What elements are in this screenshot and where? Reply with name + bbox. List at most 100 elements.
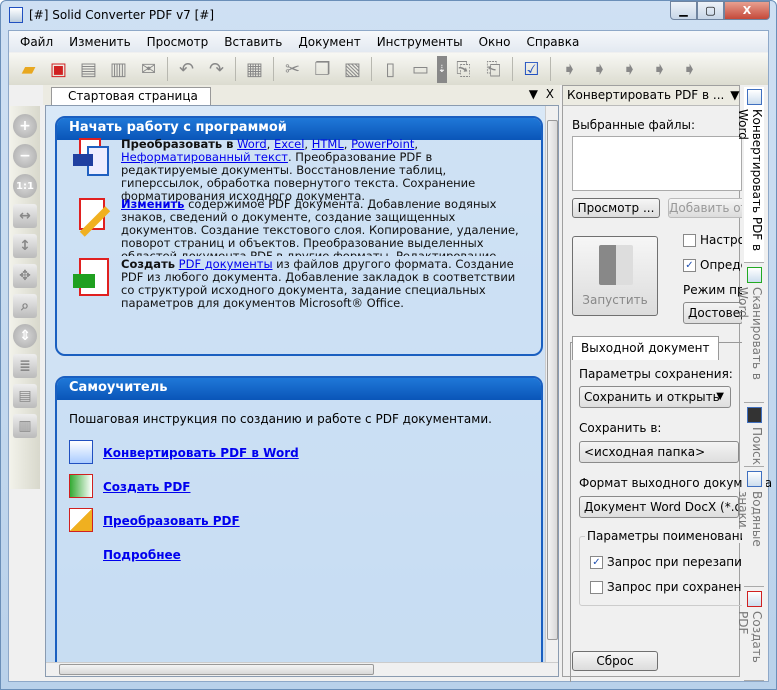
convert-arrow-icon [599,245,633,285]
create-pdf-big-icon [73,258,113,298]
convert-excel-icon[interactable]: ➧ [586,56,613,83]
create-pdf-icon [747,591,762,607]
zoom-in-icon[interactable]: + [13,114,37,138]
pane-title: Конвертировать PDF в ... [567,88,725,102]
zoom-out-icon[interactable]: − [13,144,37,168]
watermark-icon [747,471,762,487]
side-tab-watermarks[interactable]: Водяные знаки [736,469,764,587]
scroll-icon[interactable]: ⇕ [13,324,37,348]
email-icon[interactable]: ✉ [135,56,162,83]
watermark-icon[interactable]: ☑ [518,56,545,83]
menu-file[interactable]: Файл [12,35,61,49]
tutorial-link-convert-word[interactable]: Конвертировать PDF в Word [103,446,299,460]
side-tab-scan-word[interactable]: Сканировать в Word [736,265,764,403]
menu-bar: Файл Изменить Просмотр Вставить Документ… [9,31,768,52]
paste-icon[interactable]: ▧ [339,56,366,83]
link-html[interactable]: HTML [312,137,344,151]
option2-checkbox[interactable]: ✓ [683,259,696,272]
ask-save-label: Запрос при сохранении [607,580,758,594]
scan-icon [747,267,762,283]
menu-window[interactable]: Окно [471,35,519,49]
copy-icon[interactable]: ❐ [309,56,336,83]
find-icon[interactable]: ▦ [241,56,268,83]
single-page-icon[interactable]: ≣ [13,354,37,378]
ask-save-checkbox[interactable] [590,581,603,594]
run-button[interactable]: Запустить [572,236,658,316]
convert-label: Преобразовать в [121,137,234,151]
menu-view[interactable]: Просмотр [139,35,217,49]
tab-output-document[interactable]: Выходной документ [572,336,719,360]
fit-height-icon[interactable]: ↕ [13,234,37,258]
edit-pdf-icon [69,508,93,532]
convert-word-icon[interactable]: ➧ [556,56,583,83]
redo-icon[interactable]: ↷ [203,56,230,83]
close-button[interactable]: X [724,1,770,20]
start-page: Начать работу с программой Преобразовать… [45,105,559,677]
convert-ppt-icon[interactable]: ➧ [616,56,643,83]
reset-button[interactable]: Сброс [572,651,658,671]
add-button[interactable]: Добавить от [668,198,748,218]
create-pdf-icon[interactable]: ▣ [45,56,72,83]
menu-help[interactable]: Справка [518,35,587,49]
convert-text-icon[interactable]: ➧ [676,56,703,83]
tutorial-link-edit-pdf[interactable]: Преобразовать PDF [103,514,240,528]
tab-menu-icon[interactable]: ▼ [529,87,538,101]
ask-overwrite-checkbox[interactable]: ✓ [590,556,603,569]
format-select[interactable]: Документ Word DocX (*.docx) [579,496,739,518]
link-word[interactable]: Word [237,137,267,151]
link-powerpoint[interactable]: PowerPoint [351,137,414,151]
edit-pencil-icon [73,198,113,238]
side-tab-convert-word[interactable]: Конвертировать PDF в Word [736,87,764,263]
tutorial-panel: Самоучитель Пошаговая инструкция по созд… [55,376,543,676]
save-params-select[interactable]: Сохранить и открыть ▼ [579,386,731,408]
convert-icon [73,138,113,178]
print-icon[interactable]: ▥ [105,56,132,83]
save-icon[interactable]: ▤ [75,56,102,83]
fit-page-icon[interactable]: ✥ [13,264,37,288]
rows-icon[interactable]: ▭ [407,56,434,83]
selected-files-list[interactable] [572,136,742,191]
option1-checkbox[interactable] [683,234,696,247]
tutorial-link-more[interactable]: Подробнее [103,548,181,562]
two-page-icon[interactable]: ▤ [13,384,37,408]
open-folder-icon[interactable]: ▰ [15,56,42,83]
insert-page-icon[interactable]: ⎘ [450,56,477,83]
menu-edit[interactable]: Изменить [61,35,139,49]
continuous-icon[interactable]: ▥ [13,414,37,438]
convert-pane: Конвертировать PDF в ... ▼ X Выбранные ф… [562,85,772,682]
view-toolbar: + − 1:1 ↔ ↕ ✥ ⌕ ⇕ ≣ ▤ ▥ [10,106,40,489]
save-in-select[interactable]: <исходная папка> [579,441,739,463]
link-pdf-documents[interactable]: PDF документы [179,257,273,271]
tutorial-link-create-pdf[interactable]: Создать PDF [103,480,191,494]
toolbar-overflow-icon[interactable]: ⇣ [437,55,447,83]
link-plain-text[interactable]: Неформатированный текст [121,150,288,164]
menu-tools[interactable]: Инструменты [369,35,471,49]
side-tab-search[interactable]: Поиск [744,405,764,467]
tab-close-icon[interactable]: X [546,87,554,101]
menu-document[interactable]: Документ [290,35,368,49]
extract-page-icon[interactable]: ⎗ [480,56,507,83]
columns-icon[interactable]: ▯ [377,56,404,83]
browse-button[interactable]: Просмотр ... [572,198,660,218]
side-tabs: Конвертировать PDF в Word Сканировать в … [736,85,766,681]
cut-icon[interactable]: ✂ [279,56,306,83]
undo-icon[interactable]: ↶ [173,56,200,83]
fit-width-icon[interactable]: ↔ [13,204,37,228]
menu-insert[interactable]: Вставить [216,35,290,49]
side-tab-create-pdf[interactable]: Создать PDF [736,589,764,681]
mode-select[interactable]: Достовер [683,302,743,324]
convert-html-icon[interactable]: ➧ [646,56,673,83]
save-in-label: Сохранить в: [579,421,662,435]
naming-group-label: Параметры поименования [585,529,757,543]
maximize-button[interactable]: ▢ [697,1,724,20]
link-excel[interactable]: Excel [274,137,304,151]
pane-menu-icon[interactable]: ▼ [730,88,739,102]
app-window: [#] Solid Converter PDF v7 [#] ▁ ▢ X Фай… [0,0,777,690]
vertical-scrollbar[interactable] [545,106,558,663]
minimize-button[interactable]: ▁ [670,1,697,20]
horizontal-scrollbar[interactable] [46,662,558,676]
actual-size-icon[interactable]: 1:1 [13,174,37,198]
zoom-area-icon[interactable]: ⌕ [13,294,37,318]
convert-word-icon [69,440,93,464]
tab-start-page[interactable]: Стартовая страница [51,87,211,105]
